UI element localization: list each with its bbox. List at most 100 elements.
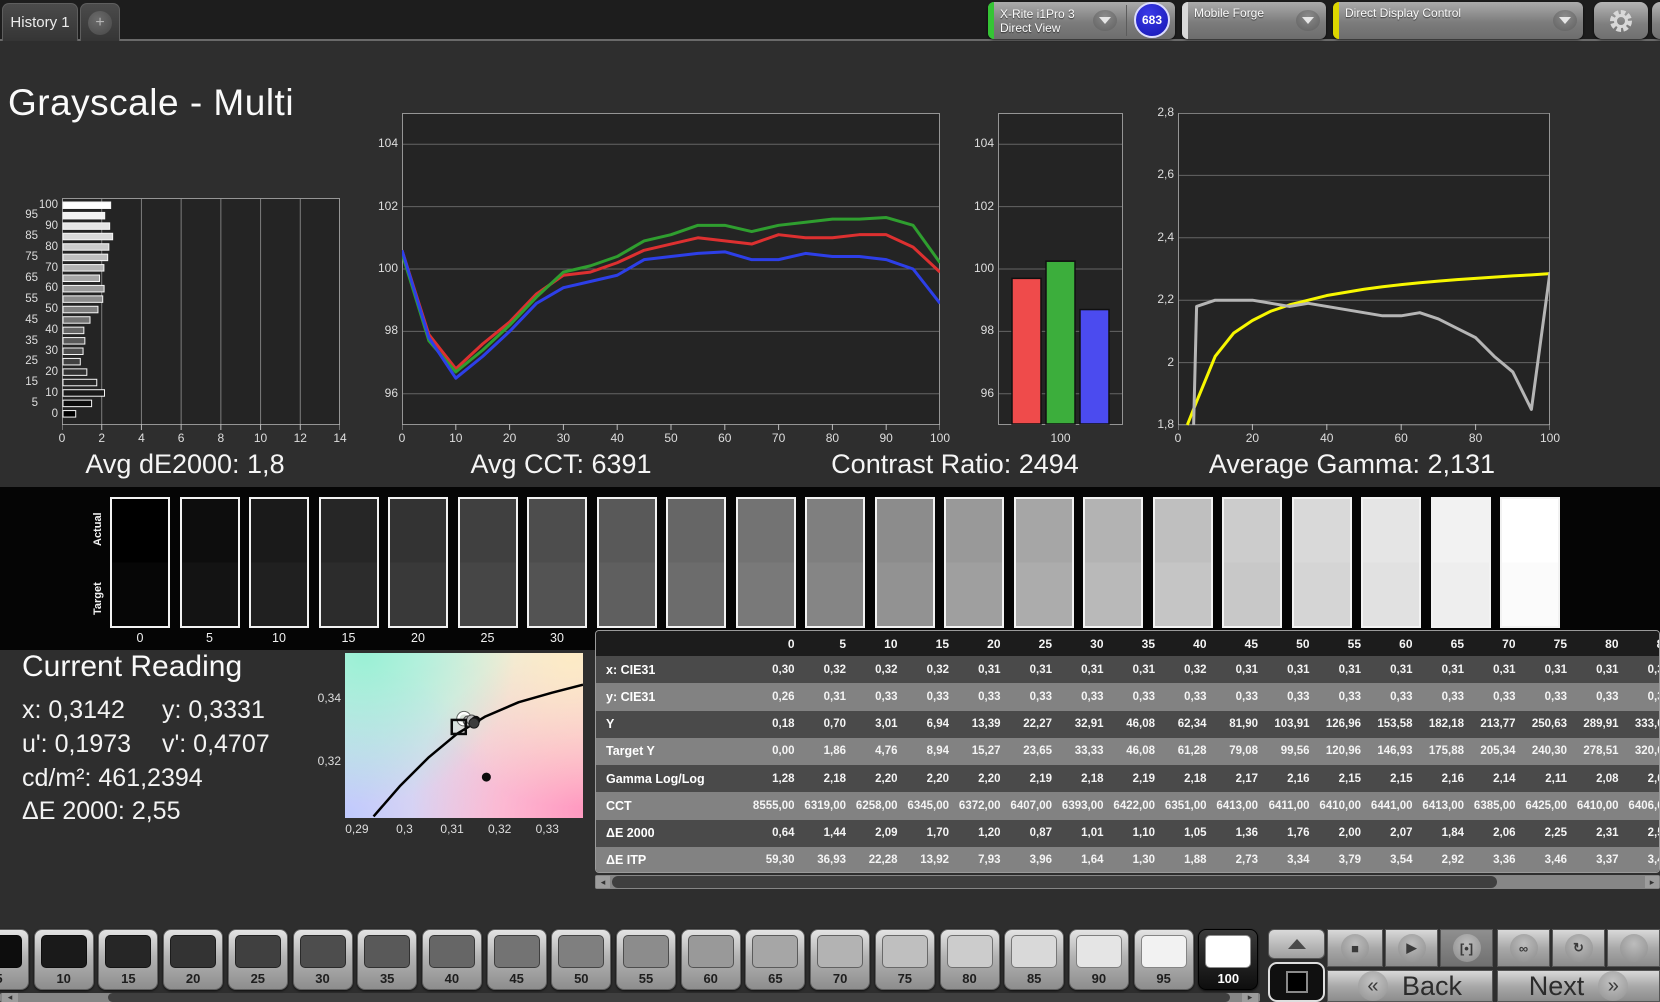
expand-panel-button[interactable] <box>1268 929 1325 959</box>
level-button-75[interactable]: 75 <box>874 929 935 990</box>
table-cell: 0,32 <box>875 663 898 676</box>
table-cell: 0,33 <box>1544 690 1567 703</box>
level-button-15[interactable]: 15 <box>98 929 159 990</box>
play-button[interactable]: ▶ <box>1385 929 1438 967</box>
table-cell: 0,33 <box>1596 690 1619 703</box>
scrollbar-thumb[interactable] <box>108 993 1230 1002</box>
settings-button[interactable] <box>1594 2 1648 39</box>
axis-tick-label: 14 <box>333 431 347 445</box>
axis-tick-label: 98 <box>384 323 398 338</box>
table-cell: 13,92 <box>920 854 949 867</box>
table-cell: 3,01 <box>875 718 898 731</box>
pattern-window-button[interactable] <box>1268 962 1325 1002</box>
table-cell: 0,33 <box>1081 690 1104 703</box>
level-button-70[interactable]: 70 <box>810 929 871 990</box>
meter-mobile-forge-dropdown[interactable]: Mobile Forge <box>1182 2 1326 39</box>
scroll-right-icon[interactable]: ▸ <box>1242 992 1258 1002</box>
level-button-80[interactable]: 80 <box>939 929 1000 990</box>
level-button-100[interactable]: 100 <box>1198 929 1259 990</box>
next-button[interactable]: Next » <box>1497 970 1660 1002</box>
axis-tick-label: 104 <box>377 136 398 151</box>
stop-button[interactable]: ■ <box>1327 929 1383 967</box>
table-cell: 2,20 <box>978 772 1001 785</box>
table-column-header: 40 <box>1193 636 1207 651</box>
scroll-left-icon[interactable]: ◂ <box>2 992 18 1002</box>
level-button-35[interactable]: 35 <box>357 929 418 990</box>
tab-history-1[interactable]: History 1 <box>2 3 78 41</box>
refresh-button[interactable]: ↻ <box>1552 929 1605 967</box>
grayscale-patch <box>1152 497 1213 628</box>
new-tab-button[interactable]: + <box>80 3 120 41</box>
table-cell: 0,33 <box>1338 690 1361 703</box>
table-cell: 6345,00 <box>907 799 949 812</box>
chevron-down-icon[interactable] <box>1296 10 1320 31</box>
scroll-left-icon[interactable]: ◂ <box>596 876 610 888</box>
table-cell: 0,32 <box>926 663 949 676</box>
table-row: Y 0,18 0,70 3,01 6,94 13,39 22,27 32,91 46,08 62,… <box>596 710 1659 738</box>
table-cell: 2,07 <box>1390 827 1413 840</box>
table-cell: 32,91 <box>1074 718 1104 731</box>
axis-tick-label: 2,2 <box>1157 292 1174 307</box>
reading-y: y: 0,3331 <box>162 696 265 724</box>
level-button-label: 15 <box>121 971 136 986</box>
chevron-down-icon[interactable] <box>1093 10 1117 31</box>
level-button-45[interactable]: 45 <box>486 929 547 990</box>
table-column-header: 85 <box>1624 631 1659 656</box>
scroll-right-icon[interactable]: ▸ <box>1645 876 1659 888</box>
meter-xrite-dropdown[interactable]: X-Rite i1Pro 3 Direct View 683 <box>988 2 1175 39</box>
table-cell: 8,94 <box>926 745 949 758</box>
grayscale-patch <box>1083 497 1143 628</box>
level-button-90[interactable]: 90 <box>1068 929 1129 990</box>
level-button-label: 90 <box>1091 971 1107 986</box>
axis-tick-label: 0,33 <box>535 822 559 836</box>
single-measure-button[interactable]: [•] <box>1440 929 1493 967</box>
grayscale-patch <box>666 497 726 628</box>
level-button-85[interactable]: 85 <box>1004 929 1065 990</box>
table-column-header: 0 <box>787 636 795 651</box>
stop-icon: ■ <box>1341 934 1369 962</box>
grayscale-patch-label: 15 <box>341 631 356 645</box>
level-button-65[interactable]: 65 <box>745 929 806 990</box>
level-button-60[interactable]: 60 <box>680 929 741 990</box>
table-cell: 3,37 <box>1596 854 1619 867</box>
level-button-label: 95 <box>1156 971 1171 986</box>
meter-direct-display-control-dropdown[interactable]: Direct Display Control <box>1333 2 1583 39</box>
level-button-20[interactable]: 20 <box>163 929 224 990</box>
level-button-25[interactable]: 25 <box>227 929 288 990</box>
scrollbar-thumb[interactable] <box>612 876 1497 888</box>
avg-gamma-readout: Average Gamma: 2,131 <box>1208 449 1496 479</box>
axis-tick-label: 0,31 <box>440 822 464 836</box>
level-button-55[interactable]: 55 <box>616 929 676 990</box>
table-cell: 6372,00 <box>958 799 1001 812</box>
table-scrollbar[interactable]: ◂ ▸ <box>595 875 1660 889</box>
level-button-95[interactable]: 95 <box>1133 929 1194 990</box>
level-button-10[interactable]: 10 <box>33 929 94 990</box>
collapse-panel-button[interactable] <box>1652 2 1660 39</box>
level-row-scrollbar[interactable]: ◂ ▸ <box>0 992 1260 1002</box>
contrast-ratio-readout: Contrast Ratio: 2494 <box>831 449 1079 479</box>
table-cell: 0,26 <box>772 690 795 703</box>
level-button-5[interactable]: 5 <box>0 929 29 990</box>
table-cell: 0,70 <box>823 718 846 731</box>
axis-tick-label: 104 <box>973 136 994 151</box>
gamma-chart <box>1178 113 1550 430</box>
back-button[interactable]: « Back <box>1327 970 1493 1002</box>
axis-tick-label: 2 <box>98 431 106 445</box>
table-cell: 0,33 <box>1184 690 1207 703</box>
grayscale-patch <box>318 497 379 628</box>
axis-tick-label: 0 <box>51 407 58 420</box>
level-button-50[interactable]: 50 <box>551 929 612 990</box>
level-button-30[interactable]: 30 <box>292 929 353 990</box>
chevron-down-icon[interactable] <box>1553 10 1577 31</box>
table-cell: 0,31 <box>1390 663 1413 676</box>
table-column-header: 35 <box>1141 636 1155 651</box>
level-button-40[interactable]: 40 <box>421 929 482 990</box>
table-cell: 2,73 <box>1235 854 1258 867</box>
extra-control-button[interactable] <box>1607 929 1660 967</box>
table-cell: 0,33 <box>926 690 949 703</box>
axis-tick-label: 102 <box>377 198 398 213</box>
continuous-measure-button[interactable]: ∞ <box>1497 929 1550 967</box>
axis-tick-label: 0 <box>398 431 406 445</box>
axis-tick-label: 10 <box>253 431 268 445</box>
measurement-point <box>481 772 491 782</box>
